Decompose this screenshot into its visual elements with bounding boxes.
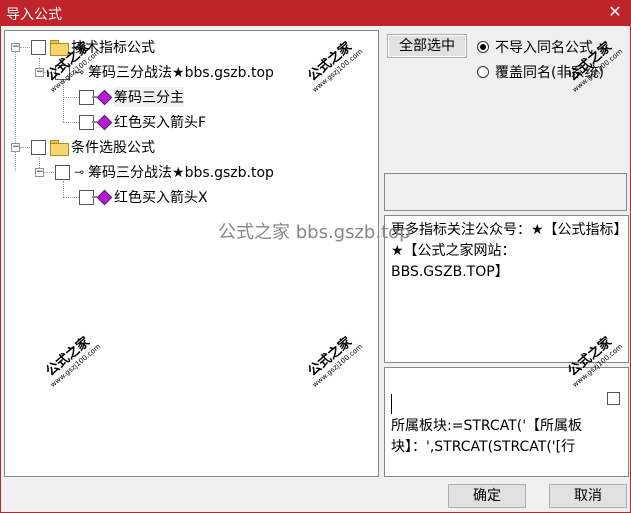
text-caret [391, 394, 392, 414]
node-checkbox[interactable] [31, 39, 46, 55]
node-label: 条件选股公式 [71, 140, 155, 156]
title-bar: 导入公式 ✕ [0, 0, 631, 26]
node-label: 筹码三分战法★bbs.gszb.top [88, 65, 274, 81]
node-label: 筹码三分战法★bbs.gszb.top [88, 165, 274, 181]
code-text: 所属板块:=STRCAT('【所属板块】：',STRCAT(STRCAT('[行 [391, 418, 583, 455]
tree-node-formula-group[interactable]: ⊸ 筹码三分战法★bbs.gszb.top [55, 161, 274, 183]
radio-dot[interactable] [477, 66, 489, 78]
radio-skip-same-name[interactable]: 不导入同名公式 [477, 37, 593, 57]
formula-gem-icon [92, 116, 110, 128]
dialog-body: − 技术指标公式 − ⊸ 筹码三分战法★bbs.gszb.top 筹码三分主 红… [0, 26, 631, 513]
tree-node-formula[interactable]: 红色买入箭头F [79, 111, 206, 133]
close-icon[interactable]: ✕ [605, 2, 625, 22]
radio-label: 覆盖同名(非系统) [495, 65, 604, 81]
tree-node-stock-screening[interactable]: 条件选股公式 [31, 136, 155, 158]
node-checkbox[interactable] [31, 139, 46, 155]
cancel-button[interactable]: 取消 [549, 484, 627, 508]
node-label: 红色买入箭头F [114, 115, 207, 131]
tree-node-tech-indicators[interactable]: 技术指标公式 [31, 36, 155, 58]
window-title: 导入公式 [6, 7, 62, 23]
tree-node-formula[interactable]: 红色买入箭头X [79, 186, 208, 208]
folder-icon [50, 40, 69, 56]
code-checkbox[interactable] [607, 392, 620, 405]
node-label: 红色买入箭头X [114, 190, 208, 206]
code-preview-box[interactable]: 所属板块:=STRCAT('【所属板块】：',STRCAT(STRCAT('[行 [384, 367, 629, 477]
formula-gem-icon [92, 91, 110, 103]
collapse-icon[interactable]: − [11, 143, 20, 152]
collapse-icon[interactable]: − [11, 43, 20, 52]
collapse-icon[interactable]: − [35, 168, 44, 177]
tree-line [63, 181, 64, 197]
node-label: 筹码三分主 [114, 87, 184, 107]
node-checkbox[interactable] [55, 164, 70, 180]
node-label: 技术指标公式 [71, 40, 155, 56]
radio-dot[interactable] [477, 41, 489, 53]
ok-button[interactable]: 确定 [448, 484, 526, 508]
tree-line [15, 47, 16, 171]
key-icon: ⊸ [74, 65, 85, 79]
key-icon: ⊸ [74, 165, 85, 179]
select-all-button[interactable]: 全部选中 [387, 34, 467, 58]
info-text-box[interactable]: 更多指标关注公众号：★【公式指标】★【公式之家网站：BBS.GSZB.TOP】 [384, 215, 629, 363]
radio-label: 不导入同名公式 [495, 40, 593, 56]
formula-gem-icon [92, 191, 110, 203]
info-text: 更多指标关注公众号：★【公式指标】★【公式之家网站：BBS.GSZB.TOP】 [391, 222, 621, 280]
collapse-icon[interactable]: − [35, 68, 44, 77]
tree-line [63, 81, 64, 122]
tree-node-formula[interactable]: 筹码三分主 [79, 86, 184, 108]
formula-tree[interactable]: − 技术指标公式 − ⊸ 筹码三分战法★bbs.gszb.top 筹码三分主 红… [4, 30, 379, 477]
tree-node-formula-group[interactable]: ⊸ 筹码三分战法★bbs.gszb.top [55, 61, 274, 83]
radio-overwrite-same-name[interactable]: 覆盖同名(非系统) [477, 62, 604, 82]
node-checkbox[interactable] [55, 64, 70, 80]
description-field[interactable] [384, 173, 627, 211]
folder-icon [50, 140, 69, 156]
